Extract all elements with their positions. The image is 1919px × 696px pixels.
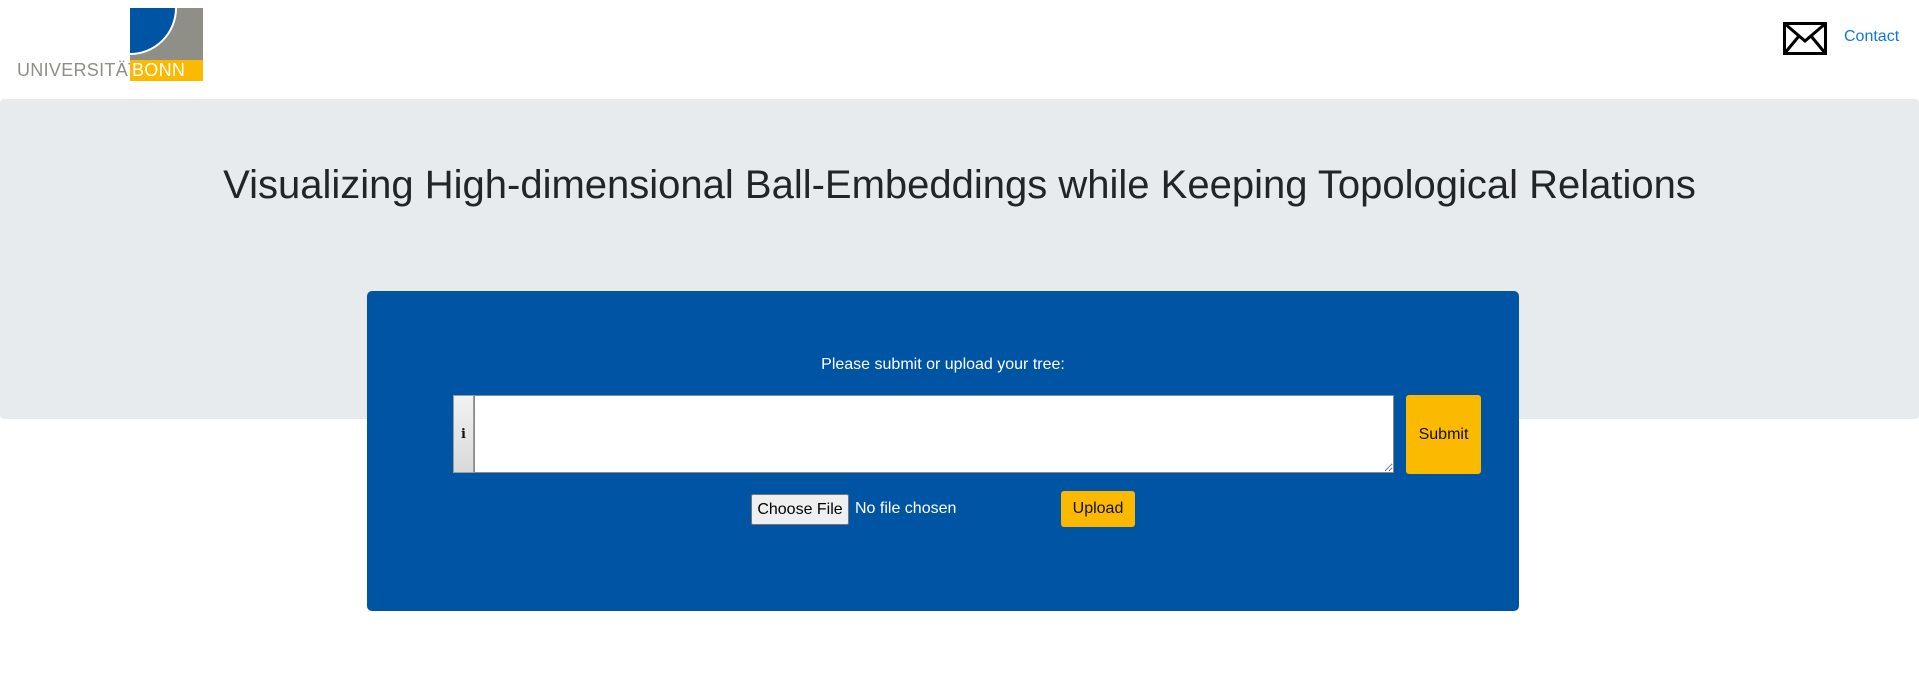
info-glyph: i — [461, 426, 466, 442]
logo-text-universitat: UNIVERSITÄT — [17, 60, 140, 80]
upload-button[interactable]: Upload — [1061, 491, 1135, 527]
form-prompt: Please submit or upload your tree: — [821, 356, 1065, 373]
contact-link[interactable]: Contact — [1844, 26, 1899, 48]
tree-input-panel: Please submit or upload your tree: i Sub… — [367, 291, 1519, 611]
file-status-text: No file chosen — [855, 500, 957, 517]
choose-file-button[interactable]: Choose File — [751, 494, 849, 525]
envelope-icon[interactable] — [1783, 22, 1827, 55]
tree-textarea[interactable] — [474, 395, 1394, 473]
university-bonn-logo[interactable]: UNIVERSITÄT BONN — [17, 8, 203, 81]
logo-text-bonn: BONN — [130, 60, 203, 81]
submit-button[interactable]: Submit — [1406, 395, 1481, 474]
top-navbar: UNIVERSITÄT BONN Contact — [0, 0, 1919, 99]
info-icon[interactable]: i — [453, 395, 474, 473]
page-title: Visualizing High-dimensional Ball-Embedd… — [223, 163, 1696, 207]
